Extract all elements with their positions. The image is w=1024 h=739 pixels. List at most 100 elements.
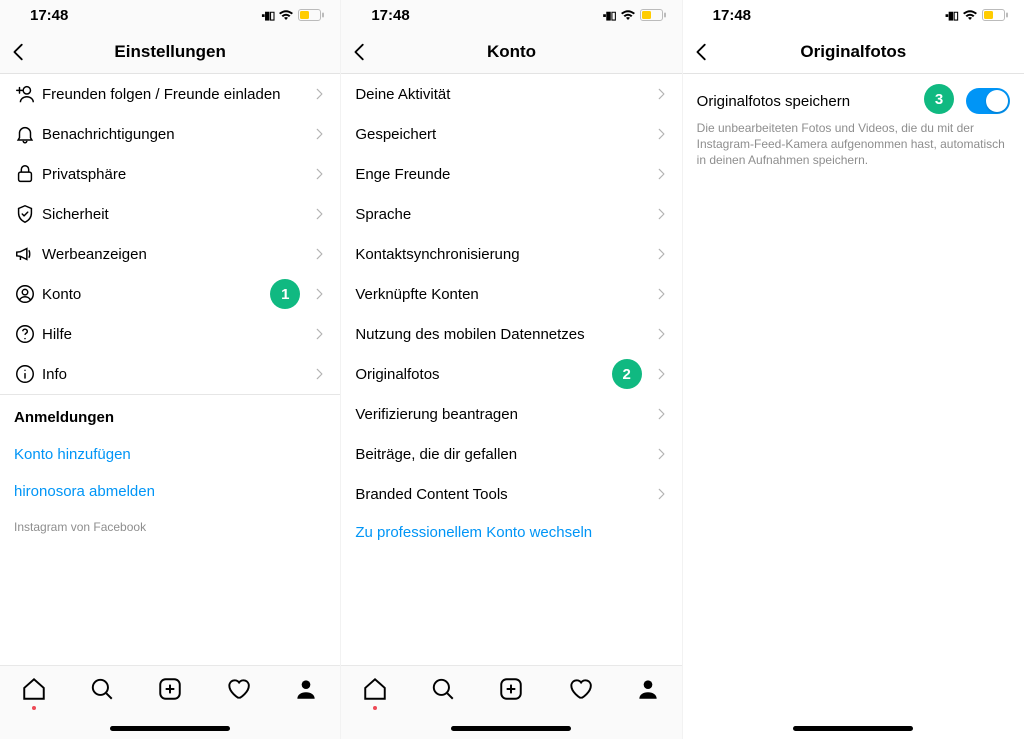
switch-professional-link[interactable]: Zu professionellem Konto wechseln — [341, 514, 681, 551]
info-icon — [14, 363, 42, 385]
row-notifications[interactable]: Benachrichtigungen — [0, 114, 340, 154]
row-account[interactable]: Konto 1 — [0, 274, 340, 314]
row-mobile-data[interactable]: Nutzung des mobilen Datennetzes — [341, 314, 681, 354]
row-saved[interactable]: Gespeichert — [341, 114, 681, 154]
tab-create[interactable] — [498, 676, 524, 702]
row-branded-content[interactable]: Branded Content Tools — [341, 474, 681, 514]
row-privacy[interactable]: Privatsphäre — [0, 154, 340, 194]
row-label: Privatsphäre — [42, 166, 312, 183]
row-linked-accounts[interactable]: Verknüpfte Konten — [341, 274, 681, 314]
status-bar: 17:48 ▪▮▯ — [0, 0, 340, 30]
home-indicator — [793, 726, 913, 731]
row-help[interactable]: Hilfe — [0, 314, 340, 354]
status-bar: 17:48 ▪▮▯ — [683, 0, 1024, 30]
row-label: Nutzung des mobilen Datennetzes — [355, 326, 653, 343]
status-icons: ▪▮▯ — [945, 9, 1008, 22]
status-icons: ▪▮▯ — [261, 9, 324, 22]
chevron-right-icon — [654, 127, 668, 141]
tab-home[interactable] — [21, 676, 47, 702]
chevron-right-icon — [312, 247, 326, 261]
row-label: Benachrichtigungen — [42, 126, 312, 143]
row-activity[interactable]: Deine Aktivität — [341, 74, 681, 114]
account-icon — [14, 283, 42, 305]
back-button[interactable] — [8, 30, 30, 73]
row-security[interactable]: Sicherheit — [0, 194, 340, 234]
row-original-photos[interactable]: Originalfotos 2 — [341, 354, 681, 394]
page-title: Originalfotos — [683, 42, 1024, 62]
step-badge-2: 2 — [612, 359, 642, 389]
chevron-right-icon — [654, 487, 668, 501]
nav-header: Originalfotos — [683, 30, 1024, 74]
add-user-icon — [14, 83, 42, 105]
row-request-verification[interactable]: Verifizierung beantragen — [341, 394, 681, 434]
row-label: Originalfotos — [355, 366, 653, 383]
signal-icon: ▪▮▯ — [945, 9, 958, 22]
row-ads[interactable]: Werbeanzeigen — [0, 234, 340, 274]
status-time: 17:48 — [713, 7, 751, 24]
row-liked-posts[interactable]: Beiträge, die dir gefallen — [341, 434, 681, 474]
row-label: Info — [42, 366, 312, 383]
chevron-right-icon — [654, 327, 668, 341]
battery-icon — [298, 9, 324, 21]
tab-search[interactable] — [89, 676, 115, 702]
add-account-link[interactable]: Konto hinzufügen — [0, 436, 340, 473]
megaphone-icon — [14, 243, 42, 265]
help-icon — [14, 323, 42, 345]
row-follow-friends[interactable]: Freunden folgen / Freunde einladen — [0, 74, 340, 114]
step-badge-3: 3 — [924, 84, 954, 114]
original-photos-panel: Originalfotos speichern 3 Die unbearbeit… — [683, 74, 1024, 739]
chevron-right-icon — [654, 367, 668, 381]
tab-profile[interactable] — [635, 676, 661, 702]
row-language[interactable]: Sprache — [341, 194, 681, 234]
footer-text: Instagram von Facebook — [0, 510, 340, 544]
bell-icon — [14, 123, 42, 145]
tab-home[interactable] — [362, 676, 388, 702]
chevron-right-icon — [312, 87, 326, 101]
signal-icon: ▪▮▯ — [603, 9, 616, 22]
tab-search[interactable] — [430, 676, 456, 702]
status-icons: ▪▮▯ — [603, 9, 666, 22]
tab-create[interactable] — [157, 676, 183, 702]
status-time: 17:48 — [371, 7, 409, 24]
toggle-description: Die unbearbeiteten Fotos und Videos, die… — [697, 120, 1010, 169]
row-close-friends[interactable]: Enge Freunde — [341, 154, 681, 194]
signal-icon: ▪▮▯ — [261, 9, 274, 22]
chevron-right-icon — [312, 367, 326, 381]
chevron-right-icon — [654, 167, 668, 181]
chevron-right-icon — [654, 247, 668, 261]
status-time: 17:48 — [30, 7, 68, 24]
settings-list: Freunden folgen / Freunde einladen Benac… — [0, 74, 340, 739]
lock-icon — [14, 163, 42, 185]
row-contact-sync[interactable]: Kontaktsynchronisierung — [341, 234, 681, 274]
screen-account: 17:48 ▪▮▯ Konto Deine Aktivität — [341, 0, 682, 739]
row-label: Verifizierung beantragen — [355, 406, 653, 423]
page-title: Konto — [341, 42, 681, 62]
chevron-right-icon — [654, 207, 668, 221]
back-button[interactable] — [349, 30, 371, 73]
row-label: Hilfe — [42, 326, 312, 343]
save-originals-toggle[interactable] — [966, 88, 1010, 114]
row-label: Branded Content Tools — [355, 486, 653, 503]
shield-icon — [14, 203, 42, 225]
nav-header: Einstellungen — [0, 30, 340, 74]
row-label: Sprache — [355, 206, 653, 223]
tab-activity[interactable] — [567, 676, 593, 702]
screen-settings: 17:48 ▪▮▯ Einstellungen — [0, 0, 341, 739]
page-title: Einstellungen — [0, 42, 340, 62]
save-originals-row: Originalfotos speichern 3 — [697, 88, 1010, 114]
logout-link[interactable]: hironosora abmelden — [0, 473, 340, 510]
tab-activity[interactable] — [225, 676, 251, 702]
back-button[interactable] — [691, 30, 713, 73]
nav-header: Konto — [341, 30, 681, 74]
notification-dot — [32, 706, 36, 710]
chevron-right-icon — [312, 127, 326, 141]
home-indicator — [451, 726, 571, 731]
chevron-right-icon — [312, 327, 326, 341]
battery-icon — [982, 9, 1008, 21]
tab-profile[interactable] — [293, 676, 319, 702]
row-info[interactable]: Info — [0, 354, 340, 394]
wifi-icon — [620, 9, 636, 21]
wifi-icon — [962, 9, 978, 21]
row-label: Enge Freunde — [355, 166, 653, 183]
wifi-icon — [278, 9, 294, 21]
